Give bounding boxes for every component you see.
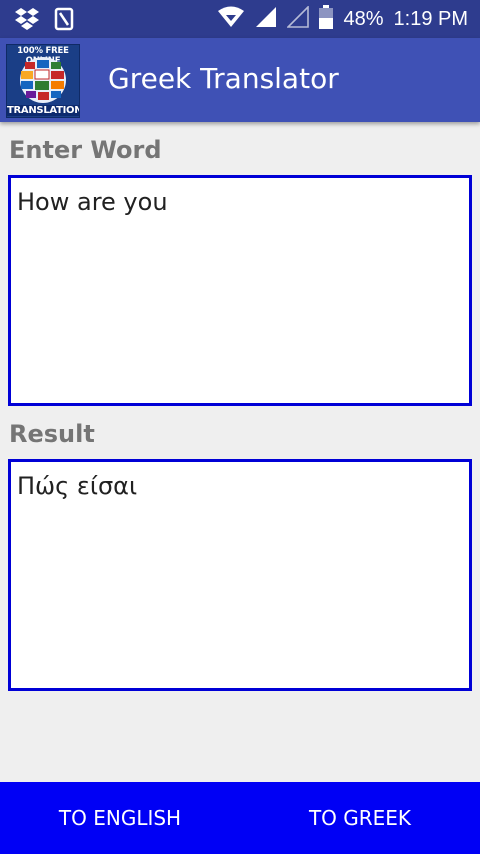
battery-percent: 48%: [343, 7, 384, 30]
dropbox-icon: [14, 7, 40, 36]
app-logo: 100% FREE ONLINE TRANSLATION: [6, 44, 80, 118]
app-bar: 100% FREE ONLINE TRANSLATION Greek Trans…: [0, 38, 480, 122]
signal-empty-icon: [286, 4, 310, 33]
wifi-icon: [217, 6, 245, 33]
signal-icon: [255, 6, 277, 33]
bottom-action-bar: TO ENGLISH TO GREEK: [0, 782, 480, 854]
result-box[interactable]: Πώς είσαι: [8, 459, 472, 691]
to-greek-button[interactable]: TO GREEK: [240, 782, 480, 854]
logo-bottom-text: TRANSLATION: [7, 105, 80, 116]
input-box[interactable]: How are you: [8, 175, 472, 406]
battery-icon: [319, 4, 334, 34]
clock: 1:19 PM: [393, 7, 468, 30]
status-bar: 48% 1:19 PM: [0, 0, 480, 38]
status-bar-system: 48% 1:19 PM: [217, 0, 468, 38]
globe-flags-icon: [20, 57, 66, 103]
to-english-button[interactable]: TO ENGLISH: [0, 782, 240, 854]
app-title: Greek Translator: [108, 62, 339, 95]
nfc-icon: [54, 7, 74, 36]
enter-word-label: Enter Word: [9, 136, 162, 164]
result-text[interactable]: Πώς είσαι: [11, 462, 469, 688]
word-input[interactable]: How are you: [11, 178, 469, 403]
status-bar-notifications: [14, 7, 74, 36]
result-label: Result: [9, 420, 95, 448]
